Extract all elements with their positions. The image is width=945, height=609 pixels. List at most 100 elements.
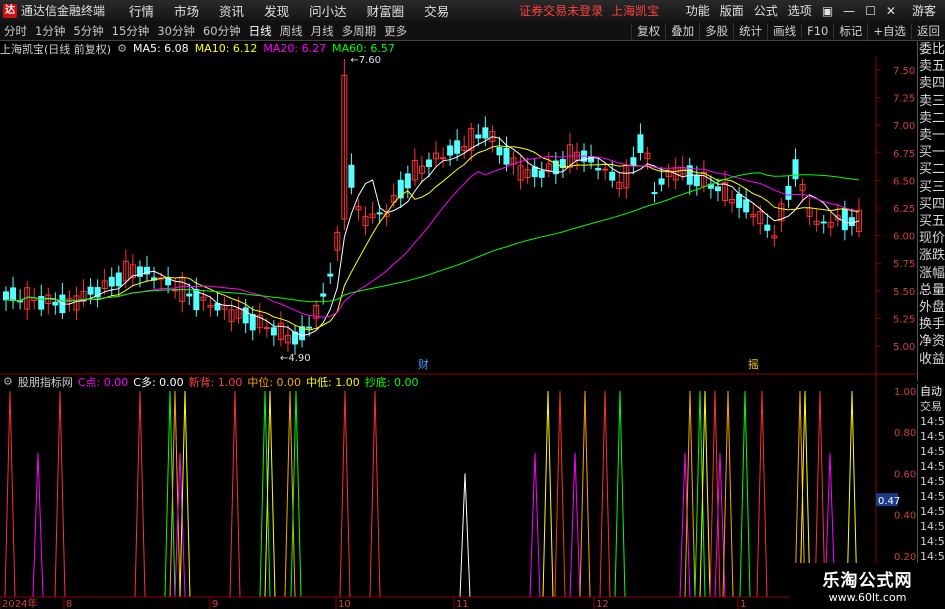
watermark: 乐淘公式网 www.60lt.com — [790, 563, 945, 609]
mark-button[interactable]: 标记 — [833, 22, 867, 39]
y-tick-label: 6.75 — [893, 149, 915, 160]
indicator-spike — [369, 390, 381, 598]
indicator-mid-low: 中低: 1.00 — [306, 375, 360, 389]
indicator-spike — [554, 390, 566, 598]
indicator-spike — [229, 390, 241, 598]
side-item: 买二 — [918, 162, 945, 178]
candle-body — [693, 174, 700, 187]
tick-time: 14:56 — [920, 535, 945, 548]
side-item: 买五 — [918, 214, 945, 230]
indicator-spike — [164, 390, 176, 598]
ma5-line — [5, 136, 860, 337]
kline-chart[interactable]: 7.50 7.25 7.00 6.75 6.50 6.25 6.00 5.75 5.50 5.25… — [0, 56, 917, 609]
candle-body — [503, 147, 510, 165]
indicator-spike — [259, 390, 271, 598]
candle-body — [841, 208, 848, 231]
ma20-label: MA20: 6.27 — [263, 42, 327, 55]
period-multi[interactable]: 多周期 — [338, 23, 381, 39]
menu-layout[interactable]: 版面 — [715, 2, 749, 19]
period-15min[interactable]: 15分钟 — [108, 23, 154, 39]
statistics-button[interactable]: 统计 — [733, 22, 767, 39]
menu-function[interactable]: 功能 — [681, 2, 715, 19]
menu-discover[interactable]: 发现 — [254, 1, 299, 20]
indicator-spike — [174, 452, 186, 598]
login-status[interactable]: 证券交易未登录 — [519, 2, 603, 19]
y-tick-label: 7.25 — [893, 94, 915, 105]
user-label[interactable]: 游客 — [907, 2, 941, 19]
candle-body — [270, 327, 277, 336]
candle-body — [10, 287, 17, 302]
f10-button[interactable]: F10 — [801, 23, 833, 38]
overlay-button[interactable]: 叠加 — [665, 22, 699, 39]
menu-ask[interactable]: 问小达 — [299, 1, 357, 20]
candle-body — [602, 168, 609, 171]
indicator-name[interactable]: 股朋指标网 — [18, 374, 73, 390]
quote-side-panel: 委比 卖五 卖四 卖三 卖二 卖一 买一 买二 买三 买四 买五 现价 涨跌 涨幅 总量 外盘 换手 净资 收益 — [917, 41, 945, 381]
indicator-spike — [264, 390, 276, 598]
candle-body — [595, 167, 602, 171]
back-button[interactable]: 返回 — [911, 22, 945, 39]
app-title: 通达信金融终端 — [21, 4, 106, 18]
period-30min[interactable]: 30分钟 — [153, 23, 199, 39]
low-annotation: ←4.90 — [280, 353, 311, 364]
add-watchlist-button[interactable]: +自选 — [867, 22, 911, 39]
period-daily[interactable]: 日线 — [245, 23, 276, 39]
minimize-icon[interactable]: — — [838, 4, 860, 18]
period-more[interactable]: 更多 — [380, 23, 411, 39]
candle-body — [404, 173, 411, 189]
menu-wealth[interactable]: 财富圈 — [357, 1, 415, 20]
restore-icon[interactable]: ▣ — [817, 4, 838, 18]
period-monthly[interactable]: 月线 — [307, 23, 338, 39]
y-tick-label: 5.25 — [893, 314, 915, 325]
menu-market[interactable]: 市场 — [164, 1, 209, 20]
side-item: 卖二 — [918, 110, 945, 126]
close-icon[interactable]: ✕ — [881, 4, 901, 18]
menu-trade[interactable]: 交易 — [414, 1, 459, 20]
period-weekly[interactable]: 周线 — [276, 23, 307, 39]
menu-formula[interactable]: 公式 — [749, 2, 783, 19]
side-item: 卖四 — [918, 76, 945, 92]
tick-time: 14:56 — [920, 490, 945, 503]
x-tick-label: 1 — [740, 599, 746, 609]
indicator-spike — [32, 452, 44, 598]
period-60min[interactable]: 60分钟 — [199, 23, 245, 39]
candle-body — [425, 159, 432, 168]
indicator-spike — [722, 390, 734, 598]
side-item: 卖三 — [918, 93, 945, 109]
multi-stock-button[interactable]: 多股 — [699, 22, 733, 39]
adjust-button[interactable]: 复权 — [631, 22, 665, 39]
auto-trade-label: 交易 — [920, 400, 942, 413]
candle-body — [651, 192, 658, 195]
indicator-y-label: 0.40 — [894, 511, 916, 522]
event-mark: 摇 — [748, 357, 759, 371]
period-intraday[interactable]: 分时 — [0, 23, 31, 39]
candle-body — [785, 185, 792, 200]
side-item: 涨幅 — [918, 265, 945, 281]
indicator-y-label: 1.00 — [894, 387, 916, 398]
menu-options[interactable]: 选项 — [783, 2, 817, 19]
candle-body — [108, 276, 115, 287]
candle-body — [609, 171, 616, 181]
side-item: 卖一 — [918, 128, 945, 144]
indicator-spike — [569, 452, 581, 598]
menu-quotes[interactable]: 行情 — [119, 1, 164, 20]
period-1min[interactable]: 1分钟 — [31, 23, 69, 39]
app-logo: 达 — [3, 3, 17, 18]
x-tick-label: 8 — [66, 599, 72, 609]
indicator-settings-icon[interactable]: ⚙ — [3, 375, 13, 388]
indicator-y-label: 0.47 — [878, 496, 900, 507]
x-tick-label: 11 — [456, 599, 469, 609]
maximize-icon[interactable]: ☐ — [860, 4, 881, 18]
candle-body — [249, 314, 256, 331]
side-item: 总量 — [918, 282, 945, 298]
side-item: 卖五 — [918, 59, 945, 75]
candle-body — [736, 193, 743, 208]
settings-icon[interactable]: ⚙ — [117, 42, 127, 55]
draw-button[interactable]: 画线 — [767, 22, 801, 39]
indicator-mid: 中位: 0.00 — [247, 375, 302, 389]
candle-body — [637, 134, 644, 153]
ma-info-line: 上海凯宝(日线 前复权) ⚙ MA5: 6.08 MA10: 6.12 MA20… — [0, 41, 395, 56]
period-5min[interactable]: 5分钟 — [69, 23, 107, 39]
indicator-y-label: 0.20 — [894, 552, 916, 563]
menu-news[interactable]: 资讯 — [209, 1, 254, 20]
